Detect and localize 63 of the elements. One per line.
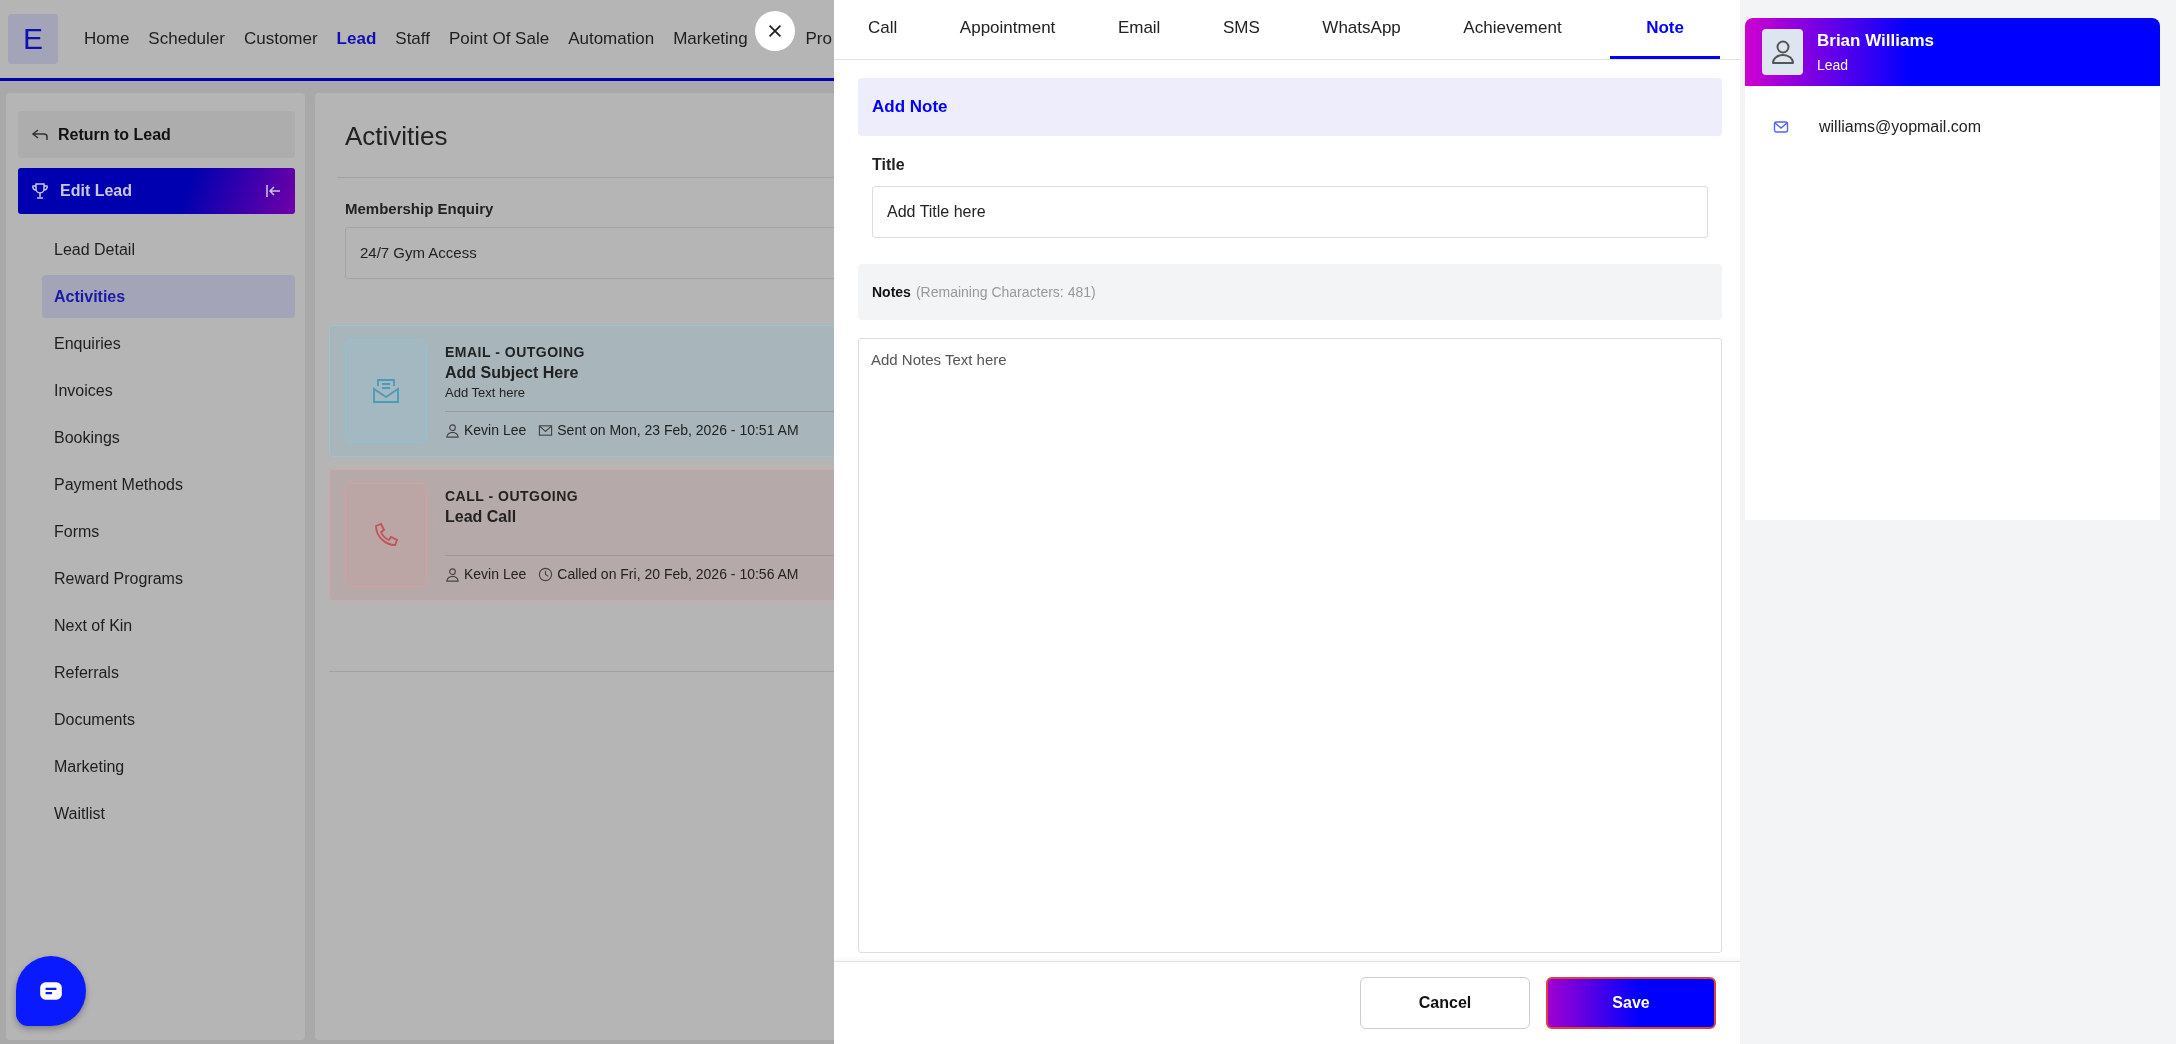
section-header: Add Note [858, 78, 1722, 136]
sidebar-item[interactable]: Enquiries [42, 322, 295, 365]
notes-label: Notes [872, 284, 911, 300]
sidebar-item[interactable]: Waitlist [42, 792, 295, 835]
nav-item[interactable]: Marketing [673, 29, 748, 49]
return-button[interactable]: Return to Lead [18, 111, 295, 158]
tab[interactable]: Appointment [945, 0, 1070, 59]
person-icon [445, 422, 460, 438]
save-button[interactable]: Save [1546, 977, 1716, 1029]
nav-item[interactable]: Pro [805, 29, 832, 49]
cancel-button[interactable]: Cancel [1360, 977, 1530, 1029]
activity-subject: Lead Call [445, 508, 518, 526]
sidebar-item[interactable]: Marketing [42, 745, 295, 788]
sidebar-item[interactable]: Lead Detail [42, 228, 295, 271]
person-icon [445, 566, 460, 582]
envelope-icon [1773, 119, 1789, 135]
page-title: Activities [345, 121, 449, 153]
activity-timestamp: Sent on Mon, 23 Feb, 2026 - 10:51 AM [557, 422, 799, 438]
tab[interactable]: Achievement [1449, 0, 1576, 59]
nav-item[interactable]: Home [84, 29, 130, 49]
clock-icon [538, 566, 554, 582]
sidebar-item[interactable]: Payment Methods [42, 463, 295, 506]
close-icon [766, 22, 784, 40]
activity-author: Kevin Lee [464, 566, 527, 582]
avatar-icon [1762, 29, 1803, 75]
notes-textarea[interactable]: Add Notes Text here [858, 338, 1722, 953]
field-label: Title [872, 156, 906, 174]
logo[interactable]: E [8, 14, 58, 64]
title-input[interactable]: Add Title here [872, 186, 1708, 238]
field-label: Membership Enquiry [345, 200, 495, 217]
contact-name: Brian Williams [1817, 31, 1934, 51]
activity-author: Kevin Lee [464, 422, 527, 438]
sidebar-item[interactable]: Referrals [42, 651, 295, 694]
activity-type: EMAIL - OUTGOING [445, 344, 586, 360]
trophy-icon [30, 181, 50, 201]
tab[interactable]: Note [1610, 0, 1720, 59]
activity-timestamp: Called on Fri, 20 Feb, 2026 - 10:56 AM [557, 566, 799, 582]
nav-item[interactable]: Automation [568, 29, 655, 49]
nav-item[interactable]: Staff [395, 29, 430, 49]
activity-type: CALL - OUTGOING [445, 488, 580, 504]
sidebar-item[interactable]: Next of Kin [42, 604, 295, 647]
contact-email: williams@yopmail.com [1819, 118, 1982, 136]
section-title: Edit Lead [60, 182, 133, 200]
nav-item[interactable]: Point Of Sale [448, 29, 550, 49]
remaining-characters: (Remaining Characters: 481) [915, 284, 1096, 300]
nav-item[interactable]: Scheduler [148, 29, 225, 49]
sidebar-item[interactable]: Documents [42, 698, 295, 741]
nav-item[interactable]: Customer [243, 29, 318, 49]
contact-role: Lead [1817, 57, 1850, 73]
sidebar-item[interactable]: Reward Programs [42, 557, 295, 600]
envelope-icon [538, 422, 554, 438]
sidebar-item[interactable]: Invoices [42, 369, 295, 412]
tab[interactable]: WhatsApp [1308, 0, 1415, 59]
activity-subject: Add Subject Here [445, 364, 580, 382]
nav-item[interactable]: Lead [336, 29, 377, 49]
enquiry-field[interactable]: 24/7 Gym Access [345, 227, 834, 279]
tab[interactable]: Call [854, 0, 912, 59]
sidebar-item[interactable]: Forms [42, 510, 295, 553]
tab[interactable]: Email [1103, 0, 1175, 59]
sidebar-item[interactable]: Bookings [42, 416, 295, 459]
tab[interactable]: SMS [1208, 0, 1274, 59]
open-envelope-icon [371, 376, 401, 406]
sidebar-item[interactable]: Activities [42, 275, 295, 318]
